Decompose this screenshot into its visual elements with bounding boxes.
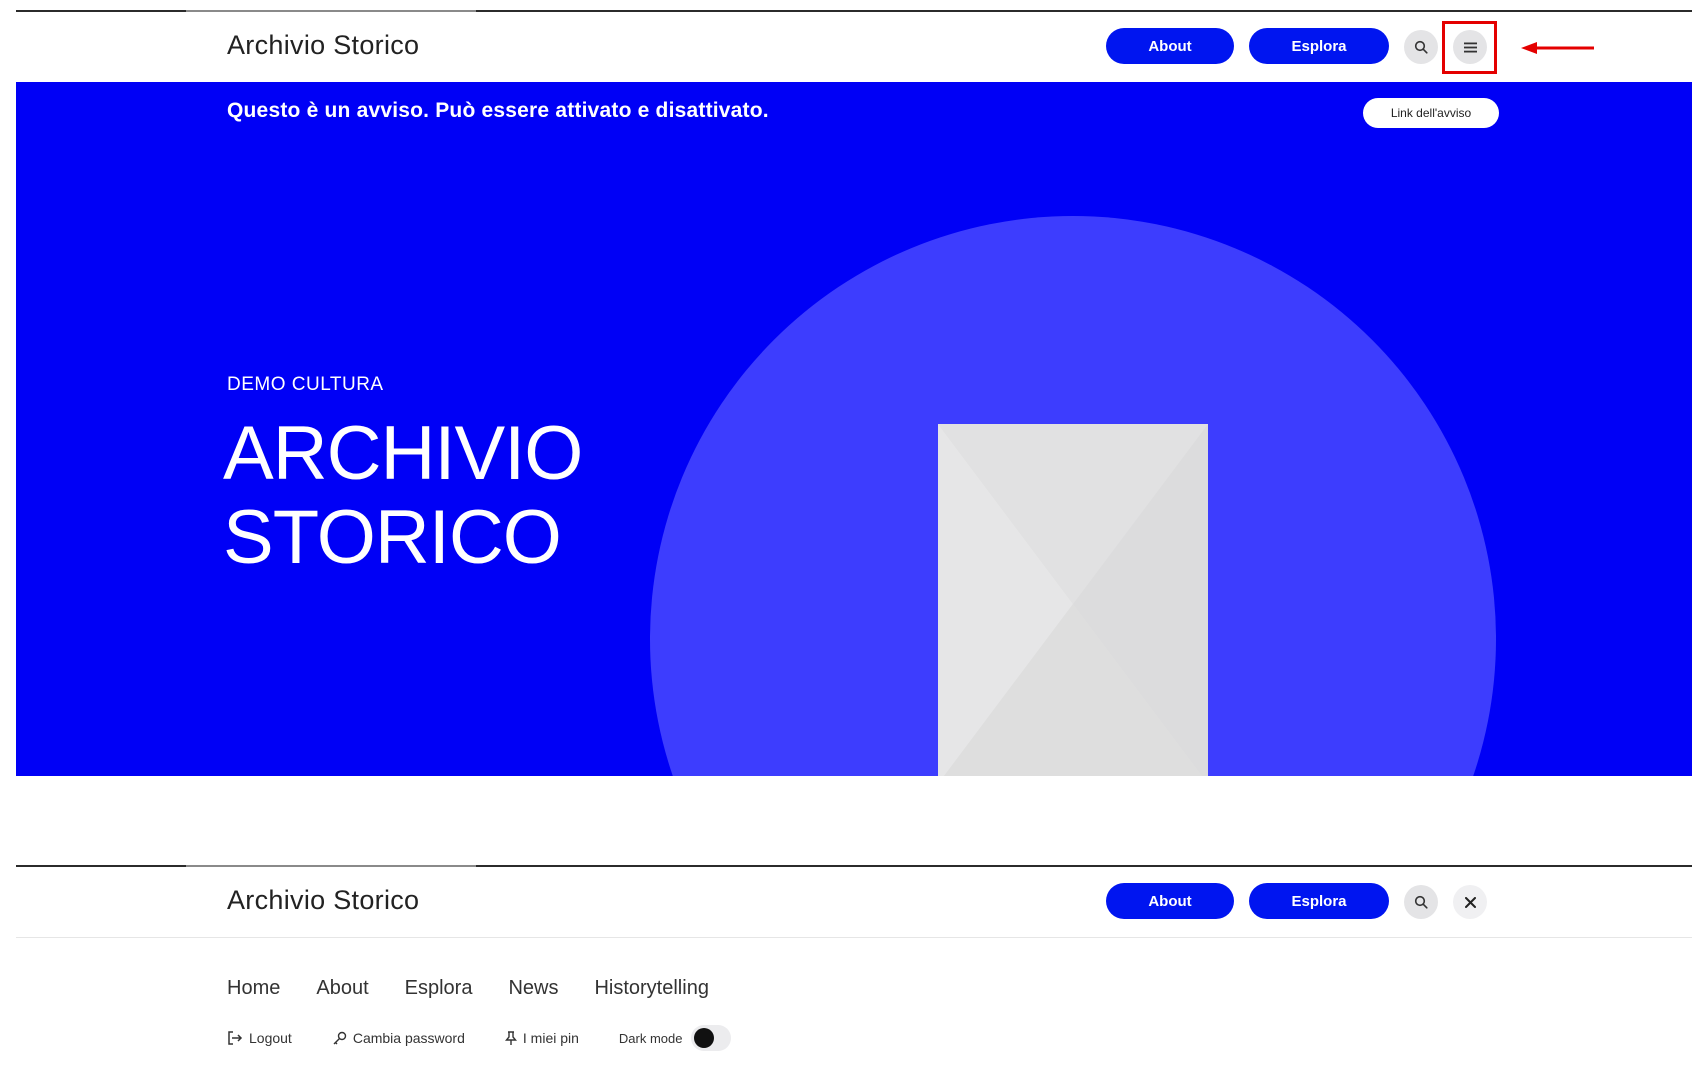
- search-button[interactable]: [1404, 885, 1438, 919]
- explore-button[interactable]: Esplora: [1249, 883, 1389, 919]
- dark-mode-toggle[interactable]: [690, 1025, 731, 1051]
- change-password-label: Cambia password: [352, 1030, 465, 1046]
- dark-mode-control: Dark mode: [619, 1025, 731, 1051]
- my-pins-label: I miei pin: [522, 1030, 579, 1046]
- screen-menu-closed: Archivio Storico About Esplora Questo è …: [16, 10, 1692, 777]
- image-placeholder-icon: [938, 424, 1208, 776]
- hero-image: [938, 424, 1208, 776]
- logout-icon: [228, 1031, 243, 1045]
- header-divider: [16, 937, 1692, 938]
- close-icon: [1464, 896, 1476, 908]
- logout-label: Logout: [249, 1030, 292, 1046]
- notice-text: Questo è un avviso. Può essere attivato …: [227, 99, 769, 122]
- hero-title-line2: STORICO: [223, 495, 562, 580]
- close-menu-button[interactable]: [1453, 885, 1487, 919]
- site-title[interactable]: Archivio Storico: [227, 885, 419, 916]
- about-button[interactable]: About: [1106, 883, 1234, 919]
- notice-link-button[interactable]: Link dell'avviso: [1363, 98, 1499, 128]
- hero-section: Questo è un avviso. Può essere attivato …: [16, 82, 1692, 776]
- site-header: Archivio Storico About Esplora: [16, 867, 1692, 937]
- nav-item-esplora[interactable]: Esplora: [405, 977, 473, 1000]
- hero-title: ARCHIVIO STORICO: [223, 411, 583, 580]
- main-nav: Home About Esplora News Historytelling: [227, 977, 745, 1000]
- site-title[interactable]: Archivio Storico: [227, 30, 419, 61]
- hero-title-line1: ARCHIVIO: [223, 411, 583, 496]
- site-header: Archivio Storico About Esplora: [16, 12, 1692, 82]
- pointer-arrow-icon: [1521, 42, 1594, 54]
- pin-icon: [504, 1030, 517, 1045]
- dark-mode-label: Dark mode: [618, 1030, 683, 1046]
- nav-item-about[interactable]: About: [316, 977, 368, 1000]
- about-button[interactable]: About: [1106, 28, 1234, 64]
- highlight-box: [1442, 21, 1497, 74]
- hero-eyebrow: DEMO CULTURA: [227, 374, 384, 395]
- logout-link[interactable]: Logout: [227, 1030, 292, 1046]
- key-icon: [333, 1031, 347, 1044]
- utility-bar: Logout Cambia password I miei pin Dark m…: [227, 1025, 731, 1051]
- search-icon: [1414, 40, 1428, 54]
- toggle-knob: [693, 1028, 714, 1048]
- nav-item-historytelling[interactable]: Historytelling: [594, 977, 708, 1000]
- nav-item-news[interactable]: News: [508, 977, 558, 1000]
- search-icon: [1414, 895, 1428, 909]
- my-pins-link[interactable]: I miei pin: [504, 1030, 579, 1046]
- search-button[interactable]: [1404, 30, 1438, 64]
- screen-menu-open: Archivio Storico About Esplora Home Abou…: [16, 865, 1692, 1088]
- nav-item-home[interactable]: Home: [227, 977, 280, 1000]
- explore-button[interactable]: Esplora: [1249, 28, 1389, 64]
- change-password-link[interactable]: Cambia password: [332, 1030, 465, 1046]
